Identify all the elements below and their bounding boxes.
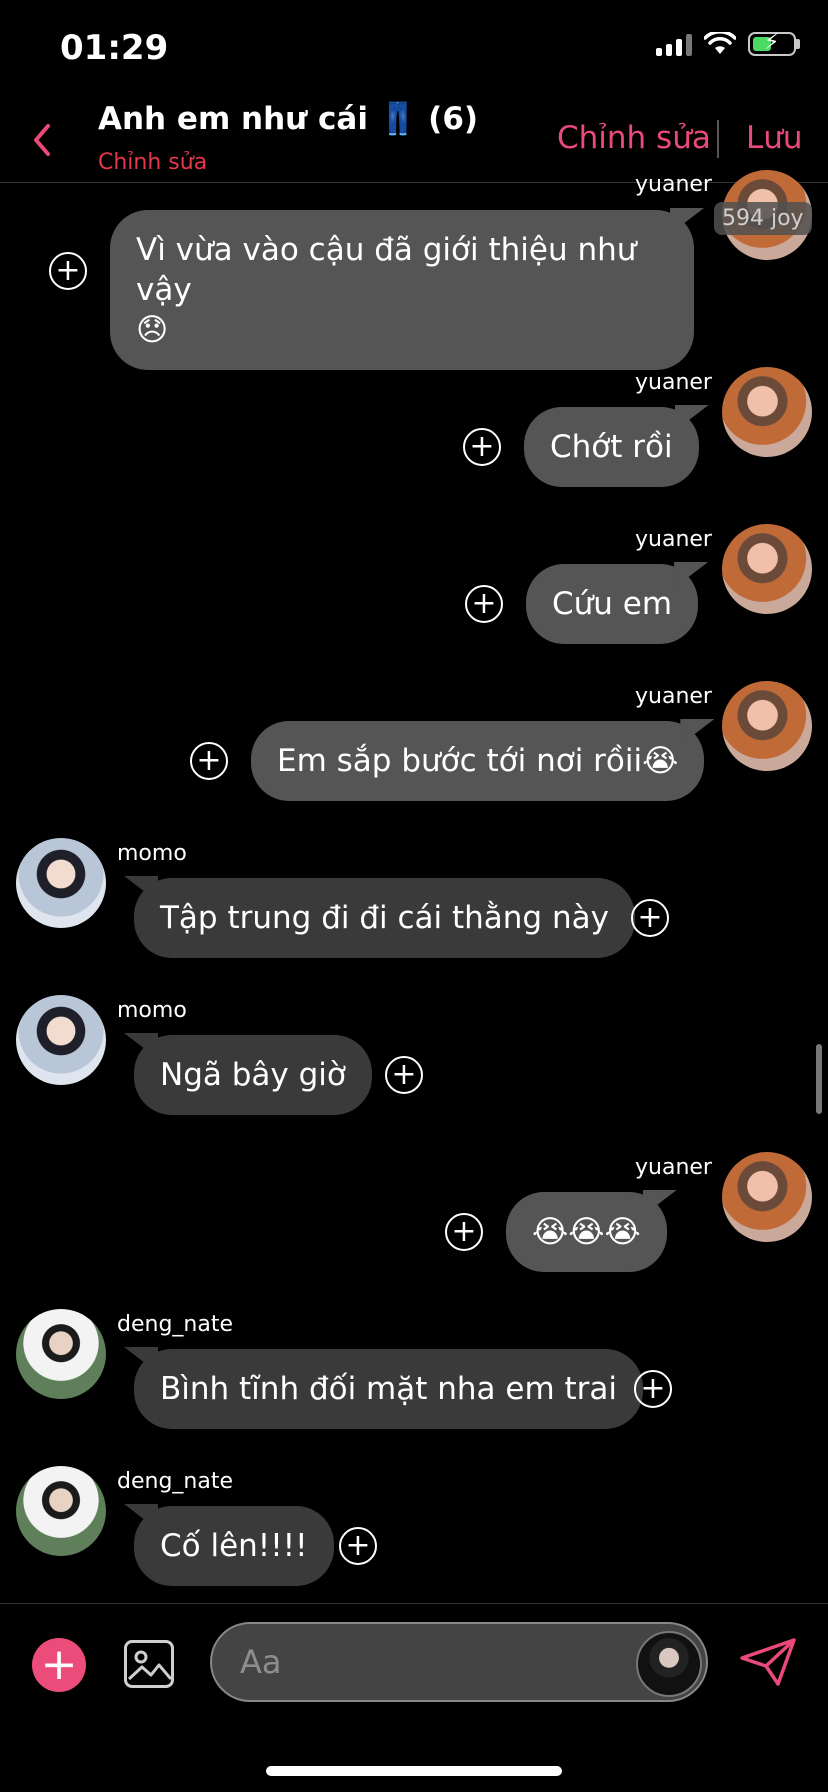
sender-name: yuaner (635, 684, 712, 709)
image-button[interactable] (124, 1640, 174, 1688)
avatar[interactable] (16, 838, 106, 928)
message-emoji: 😞 (136, 312, 169, 348)
avatar[interactable] (722, 367, 812, 457)
send-button[interactable] (738, 1636, 798, 1688)
composer-divider (0, 1603, 828, 1604)
react-plus-button[interactable]: + (190, 742, 228, 780)
home-indicator[interactable] (266, 1766, 562, 1776)
sender-name: deng_nate (117, 1312, 233, 1337)
send-icon (740, 1638, 796, 1686)
react-plus-button[interactable]: + (463, 428, 501, 466)
message-bubble[interactable]: Ngã bây giờ (134, 1035, 372, 1115)
avatar[interactable] (16, 1466, 106, 1556)
sender-name: momo (117, 841, 187, 866)
points-badge: 594 joy (714, 202, 812, 235)
edit-button[interactable]: Chỉnh sửa (557, 120, 711, 156)
add-button[interactable]: + (32, 1638, 86, 1692)
chat-title[interactable]: Anh em như cái 👖 (6) (98, 100, 478, 137)
react-plus-button[interactable]: + (634, 1370, 672, 1408)
message-bubble[interactable]: Cứu em (526, 564, 699, 644)
image-icon (127, 1650, 171, 1681)
plus-icon: + (40, 1639, 78, 1690)
message-input-placeholder: Aa (240, 1643, 282, 1681)
react-plus-button[interactable]: + (385, 1056, 423, 1094)
chevron-left-icon (34, 124, 50, 156)
react-plus-button[interactable]: + (49, 252, 87, 290)
header-divider (717, 120, 719, 158)
battery-icon: ⚡ (748, 30, 800, 56)
sender-name: yuaner (635, 1155, 712, 1180)
sender-name: yuaner (635, 370, 712, 395)
sender-avatar[interactable] (636, 1631, 702, 1697)
message-bubble[interactable]: Bình tĩnh đối mặt nha em trai (134, 1349, 644, 1429)
chat-subtitle[interactable]: Chỉnh sửa (98, 150, 207, 175)
react-plus-button[interactable]: + (339, 1527, 377, 1565)
react-plus-button[interactable]: + (631, 899, 669, 937)
message-bubble[interactable]: 😭😭😭 (506, 1192, 667, 1272)
message-text: Vì vừa vào cậu đã giới thiệu như vậy (136, 232, 637, 308)
signal-icon (656, 32, 692, 56)
message-bubble[interactable]: Em sắp bước tới nơi rồii😭 (251, 721, 705, 801)
message-bubble[interactable]: Vì vừa vào cậu đã giới thiệu như vậy 😞 (110, 210, 694, 370)
status-icons: ⚡ (656, 30, 800, 56)
sender-name: yuaner (635, 172, 712, 197)
avatar[interactable] (16, 1309, 106, 1399)
avatar[interactable] (722, 524, 812, 614)
back-button[interactable] (30, 118, 54, 169)
message-bubble[interactable]: Tập trung đi đi cái thằng này (134, 878, 635, 958)
scrollbar[interactable] (816, 1044, 822, 1114)
react-plus-button[interactable]: + (465, 585, 503, 623)
avatar[interactable] (16, 995, 106, 1085)
react-plus-button[interactable]: + (445, 1213, 483, 1251)
avatar[interactable] (722, 1152, 812, 1242)
sender-name: deng_nate (117, 1469, 233, 1494)
avatar[interactable] (722, 681, 812, 771)
save-button[interactable]: Lưu (746, 120, 803, 156)
sender-name: yuaner (635, 527, 712, 552)
message-bubble[interactable]: Cố lên!!!! (134, 1506, 334, 1586)
wifi-icon (704, 32, 736, 54)
message-bubble[interactable]: Chớt rồi (524, 407, 699, 487)
status-time: 01:29 (60, 28, 169, 68)
message-input[interactable] (210, 1622, 708, 1702)
sender-name: momo (117, 998, 187, 1023)
